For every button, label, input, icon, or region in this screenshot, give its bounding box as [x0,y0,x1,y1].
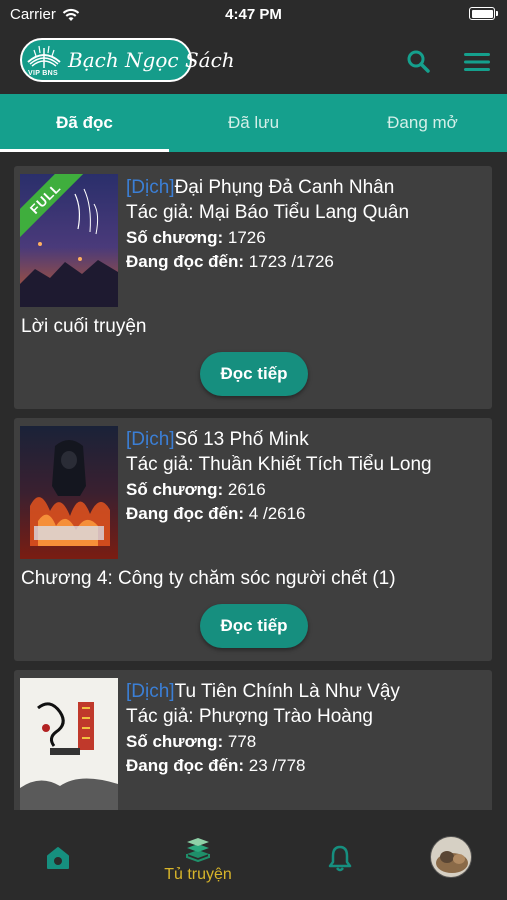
reading-progress-label: Đang đọc đến: [126,756,245,775]
book-title-line[interactable]: [Dịch]Tu Tiên Chính Là Như Vậy [126,680,486,704]
book-card[interactable]: [Dịch]Số 13 Phố Mink Tác giả: Thuần Khiế… [14,418,492,661]
tab-saved-label: Đã lưu [227,113,280,132]
reading-progress: Đang đọc đến: 4 /2616 [126,502,486,526]
tab-saved[interactable]: Đã lưu [169,94,338,152]
continue-reading-button[interactable]: Đọc tiếp [200,604,308,648]
chapter-count-label: Số chương: [126,228,224,247]
book-title-line[interactable]: [Dịch]Đại Phụng Đả Canh Nhân [126,176,486,200]
book-card[interactable]: [Dịch]Tu Tiên Chính Là Như Vậy Tác giả: … [14,670,492,810]
chapter-count: Số chương: 778 [126,730,486,754]
reading-progress-label: Đang đọc đến: [126,504,245,523]
logo-badge: VIP BNS [28,70,58,77]
book-logo-icon: VIP BNS [22,40,66,80]
book-info: [Dịch]Số 13 Phố Mink Tác giả: Thuần Khiế… [126,428,486,526]
tab-read[interactable]: Đã đọc [0,94,169,152]
chapter-count-label: Số chương: [126,732,224,751]
bell-icon [328,845,352,872]
reading-progress: Đang đọc đến: 23 /778 [126,754,486,778]
continue-reading-button[interactable]: Đọc tiếp [200,352,308,396]
clock: 4:47 PM [225,6,282,23]
bottom-navigation: Tủ truyện [0,810,507,900]
reading-progress-value: 1723 /1726 [248,252,334,271]
reading-progress-label: Đang đọc đến: [126,252,245,271]
chapter-count: Số chương: 2616 [126,478,486,502]
chapter-count-value: 1726 [227,228,266,247]
chapter-count-value: 778 [227,732,257,751]
translation-tag: [Dịch] [126,681,175,702]
library-tabs: Đã đọc Đã lưu Đang mở [0,94,507,152]
home-icon [47,847,69,869]
nav-notifications[interactable] [324,810,356,900]
book-title: Tu Tiên Chính Là Như Vậy [174,681,400,702]
nav-bookshelf-label: Tủ truyện [164,866,232,883]
tab-opening-label: Đang mở [387,113,458,132]
book-info: [Dịch]Tu Tiên Chính Là Như Vậy Tác giả: … [126,680,486,778]
app-header: VIP BNS Bạch Ngọc Sách [0,30,507,94]
translation-tag: [Dịch] [126,429,175,450]
chapter-count: Số chương: 1726 [126,226,486,250]
chapter-count-value: 2616 [227,480,266,499]
book-cover[interactable] [20,426,118,559]
bookshelf-icon [186,838,210,863]
reading-progress: Đang đọc đến: 1723 /1726 [126,250,486,274]
nav-bookshelf[interactable]: Tủ truyện [148,810,248,900]
battery-icon [469,7,498,20]
book-author: Tác giả: Mại Báo Tiểu Lang Quân [126,202,410,223]
book-author: Tác giả: Thuần Khiết Tích Tiểu Long [126,454,432,475]
logo-text: Bạch Ngọc Sách [68,48,235,72]
book-title: Số 13 Phố Mink [174,429,309,450]
search-button[interactable] [405,48,433,76]
reading-progress-value: 23 /778 [248,756,306,775]
tab-opening[interactable]: Đang mở [338,94,507,152]
chapter-count-label: Số chương: [126,480,224,499]
book-info: [Dịch]Đại Phụng Đả Canh Nhân Tác giả: Mạ… [126,176,486,274]
book-list[interactable]: FULL [Dịch]Đại Phụng Đả Canh Nhân Tác gi… [0,152,507,810]
reading-progress-value: 4 /2616 [248,504,306,523]
menu-icon [464,53,490,71]
book-title: Đại Phụng Đả Canh Nhân [174,177,395,198]
last-read-chapter: Lời cuối truyện [21,316,147,337]
tab-read-label: Đã đọc [56,113,113,132]
translation-tag: [Dịch] [126,177,175,198]
last-read-chapter: Chương 4: Công ty chăm sóc người chết (1… [21,568,396,589]
nav-home[interactable] [38,810,78,900]
book-title-line[interactable]: [Dịch]Số 13 Phố Mink [126,428,486,452]
avatar [430,836,472,878]
book-cover[interactable]: FULL [20,174,118,307]
app-logo[interactable]: VIP BNS Bạch Ngọc Sách [20,38,235,82]
status-bar: Carrier 4:47 PM [0,0,507,30]
book-author: Tác giả: Phượng Trào Hoàng [126,706,373,727]
menu-button[interactable] [463,48,491,76]
search-icon [407,50,430,73]
book-card[interactable]: FULL [Dịch]Đại Phụng Đả Canh Nhân Tác gi… [14,166,492,409]
nav-profile[interactable] [429,810,473,900]
book-cover[interactable] [20,678,118,810]
